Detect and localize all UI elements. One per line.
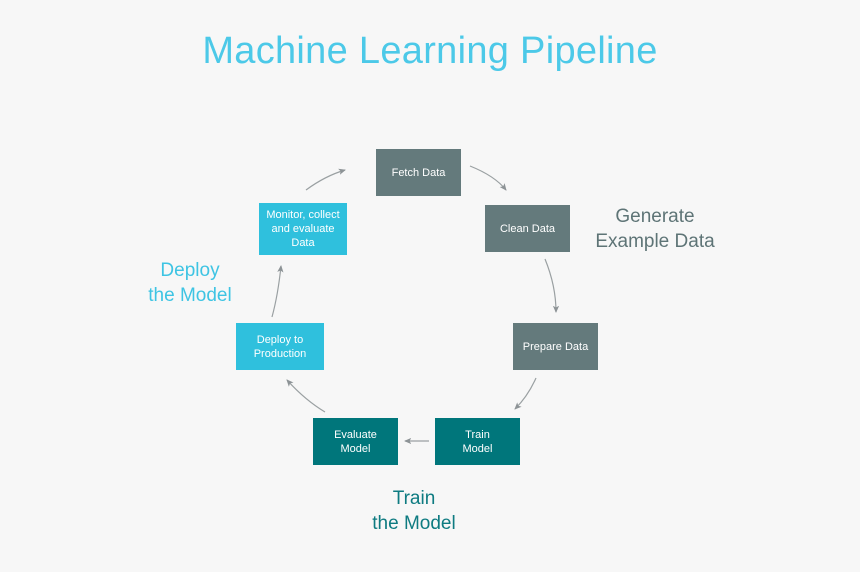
arrow-clean-to-prepare (544, 258, 560, 313)
group-label-deploygrp: Deploy the Model (148, 260, 232, 306)
node-clean[interactable]: Clean Data (485, 205, 570, 252)
node-train[interactable]: Train Model (435, 418, 520, 465)
diagram-canvas: Machine Learning Pipeline Fetch Data Clea… (0, 0, 860, 572)
node-deploy[interactable]: Deploy to Production (236, 323, 324, 370)
arrow-evaluate-to-deploy (286, 379, 326, 413)
group-label-generate: Generate Example Data (595, 206, 715, 252)
group-label-traingrp: Train the Model (372, 488, 456, 534)
page-title: Machine Learning Pipeline (202, 30, 658, 72)
node-monitor[interactable]: Monitor, collect and evaluate Data (259, 203, 347, 255)
node-evaluate[interactable]: Evaluate Model (313, 418, 398, 465)
arrow-prepare-to-train (514, 377, 537, 410)
arrow-fetch-to-clean (469, 165, 507, 191)
arrow-monitor-to-fetch (305, 168, 346, 191)
node-fetch[interactable]: Fetch Data (376, 149, 461, 196)
node-prepare[interactable]: Prepare Data (513, 323, 598, 370)
